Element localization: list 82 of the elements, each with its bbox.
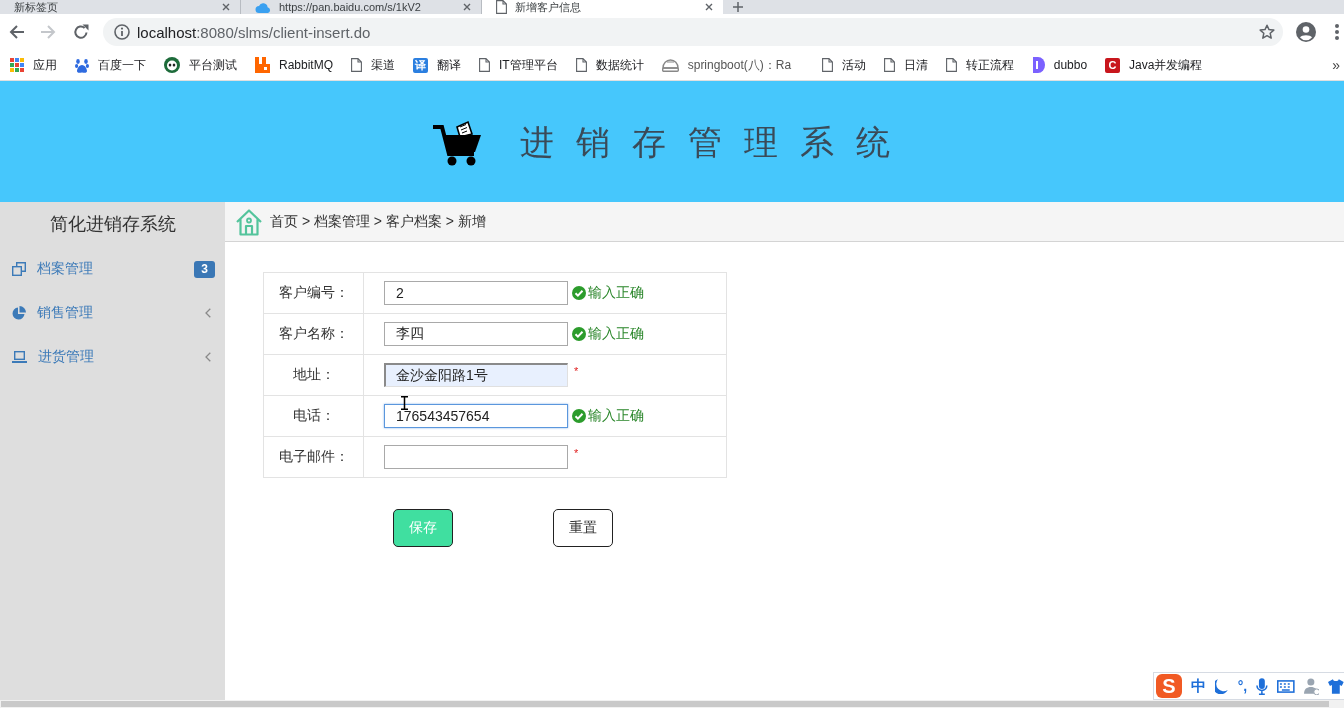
apps-grid-icon (10, 58, 24, 72)
cloud-icon (255, 1, 271, 13)
moon-icon[interactable] (1215, 678, 1229, 694)
input-field[interactable]: 金沙金阳路1号 (384, 363, 568, 387)
bookmarks-overflow-button[interactable]: » (1332, 57, 1340, 73)
bookmark-link[interactable]: springboot(八)：Ra (661, 56, 804, 74)
bookmark-link[interactable]: 日清 (883, 56, 928, 74)
bookmark-link[interactable]: 平台测试 (164, 56, 237, 74)
page-icon (496, 0, 507, 14)
bookmark-link[interactable]: C Java并发编程 (1105, 56, 1203, 74)
bookmark-link[interactable]: 译 翻译 (413, 56, 462, 74)
close-icon[interactable] (705, 3, 713, 11)
back-icon[interactable] (9, 24, 25, 40)
required-mark: * (574, 365, 579, 377)
chevron-left-icon (205, 352, 211, 362)
star-icon[interactable] (1259, 24, 1275, 40)
validation-message: 输入正确 (588, 407, 644, 425)
input-field[interactable]: 李四 (384, 322, 568, 346)
chevron-left-icon (205, 308, 211, 318)
horizontal-scrollbar[interactable] (0, 700, 1344, 708)
sidebar-menu-item[interactable]: 档案管理 3 (12, 247, 215, 291)
page-icon (351, 58, 363, 72)
bookmark-link[interactable]: 应用 (10, 56, 57, 74)
page-icon (479, 58, 491, 72)
account-icon[interactable] (1296, 22, 1316, 42)
bookmark-link[interactable]: IT管理平台 (479, 56, 558, 74)
pie-chart-icon (12, 306, 26, 320)
bookmark-link[interactable]: 渠道 (351, 56, 396, 74)
bookmark-link[interactable]: 数据统计 (575, 56, 644, 74)
text-cursor-icon (400, 396, 409, 410)
close-icon[interactable] (222, 3, 230, 11)
logo-tile: C (1105, 57, 1121, 73)
field-label: 客户编号： (263, 272, 364, 314)
home-icon (235, 207, 263, 236)
keyboard-icon[interactable] (1277, 679, 1295, 693)
laptop-icon (12, 351, 27, 363)
paw-icon (75, 57, 89, 73)
sidebar-title: 简化进销存系统 (48, 213, 177, 236)
field-label: 地址： (263, 354, 364, 396)
validation-message: 输入正确 (588, 325, 644, 343)
bookmark-link[interactable]: 转正流程 (945, 56, 1014, 74)
ime-mode-toggle[interactable]: 中 (1191, 676, 1206, 696)
bookmark-link[interactable]: 百度一下 (75, 56, 146, 74)
field-label: 客户名称： (263, 313, 364, 355)
page-icon (945, 58, 957, 72)
check-circle-icon (572, 286, 586, 300)
person-icon[interactable] (1303, 677, 1320, 695)
close-icon[interactable] (463, 3, 471, 11)
page-icon (575, 58, 587, 72)
check-circle-icon (572, 409, 586, 423)
browser-tab[interactable]: 新增客户信息 (482, 0, 723, 14)
bookmark-link[interactable]: RabbitMQ (255, 57, 334, 73)
input-field[interactable]: 2 (384, 281, 568, 305)
bookmark-link[interactable]: 活动 (821, 56, 866, 74)
required-mark: * (574, 447, 579, 459)
field-label: 电子邮件： (263, 436, 364, 478)
helmet-icon (661, 58, 679, 72)
copy-icon (12, 262, 26, 276)
count-badge: 3 (194, 260, 215, 278)
blocks-logo-icon (255, 57, 270, 73)
round-logo-icon (164, 57, 180, 73)
info-icon[interactable] (114, 24, 130, 40)
microphone-icon[interactable] (1256, 677, 1268, 695)
check-circle-icon (572, 327, 586, 341)
site-title: 进销存管理系统 (520, 121, 912, 163)
shirt-icon[interactable] (1328, 678, 1344, 694)
punctuation-toggle[interactable]: °, (1237, 678, 1248, 694)
page-icon (883, 58, 895, 72)
reload-icon[interactable] (73, 24, 89, 40)
address-bar[interactable]: localhost:8080/slms/client-insert.do (103, 18, 1283, 46)
page-icon (821, 58, 833, 72)
input-field[interactable] (384, 445, 568, 469)
validation-message: 输入正确 (588, 284, 644, 302)
bookmark-link[interactable]: dubbo (1031, 57, 1088, 73)
field-label: 电话： (263, 395, 364, 437)
bracket-logo-icon (1031, 57, 1045, 73)
plus-icon[interactable] (733, 2, 743, 12)
reset-button[interactable]: 重置 (553, 509, 613, 547)
logo-tile: 译 (413, 57, 429, 73)
more-icon[interactable] (1335, 24, 1339, 40)
input-field[interactable]: 176543457654 (384, 404, 568, 428)
breadcrumb: 首页 > 档案管理 > 客户档案 > 新增 (270, 212, 486, 231)
